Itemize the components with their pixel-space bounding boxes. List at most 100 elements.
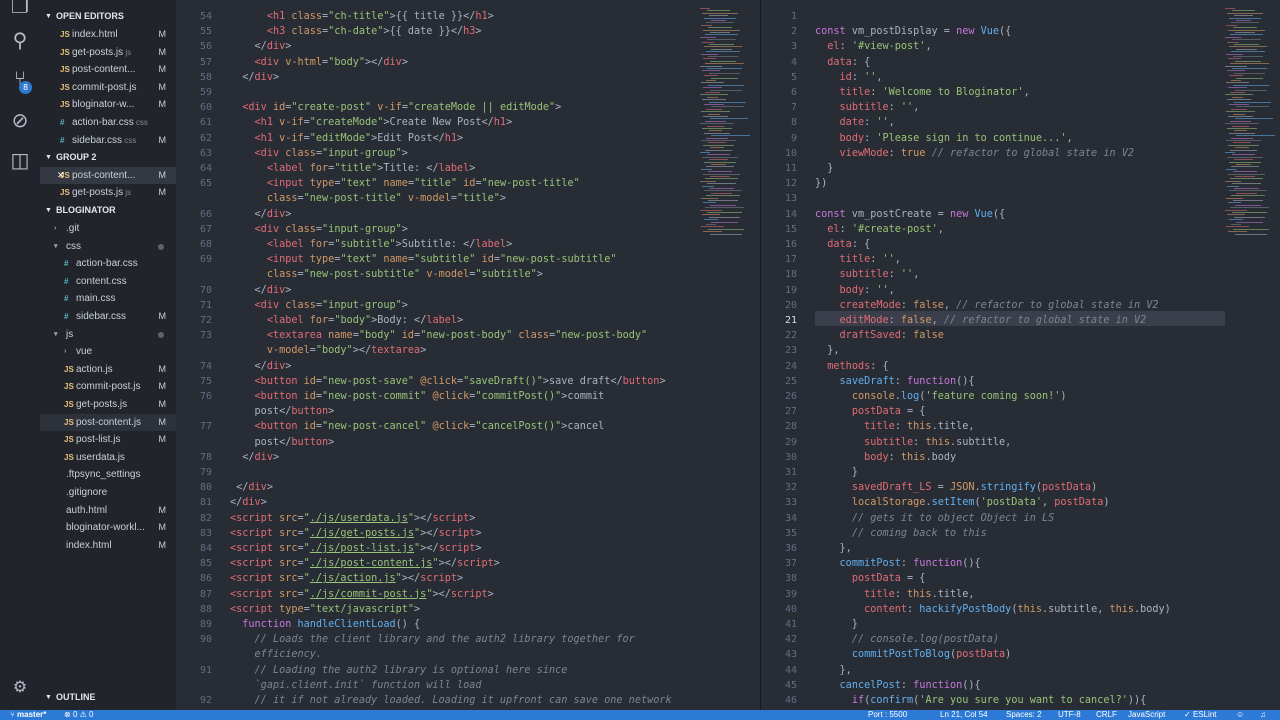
file-item[interactable]: # sidebar.css css M <box>40 132 176 149</box>
bell-icon[interactable]: ♫ <box>1260 710 1266 720</box>
code-line[interactable]: title: this.title, <box>815 419 974 434</box>
code-line[interactable]: </div> <box>230 480 273 495</box>
code-line[interactable]: body: '', <box>815 283 895 298</box>
file-item[interactable]: bloginator-workl... M <box>40 519 176 536</box>
group2-header[interactable]: ▼ GROUP 2 <box>40 149 176 166</box>
code-line[interactable]: <script src="./js/post-list.js"></script… <box>230 541 482 556</box>
file-item[interactable]: JS get-posts.js js M <box>40 184 176 201</box>
language-mode[interactable]: JavaScript <box>1128 710 1165 720</box>
problems-indicator[interactable]: ⊗ 0 ⚠ 0 <box>64 710 93 720</box>
close-icon[interactable]: ✕ <box>57 167 65 184</box>
code-line[interactable]: title: this.title, <box>815 587 974 602</box>
line-ending[interactable]: CRLF <box>1096 710 1117 720</box>
eslint-status[interactable]: ✓ ESLint <box>1184 710 1217 720</box>
code-line[interactable]: <h3 class="ch-date">{{ date }}</h3> <box>230 24 482 39</box>
cursor-position[interactable]: Ln 21, Col 54 <box>940 710 988 720</box>
code-line[interactable]: } <box>815 617 858 632</box>
code-line[interactable]: <button id="new-post-cancel" @click="can… <box>230 419 605 434</box>
code-line[interactable]: <label for="subtitle">Subtitle: </label> <box>230 237 512 252</box>
code-line[interactable]: efficiency. <box>230 647 322 662</box>
code-line[interactable]: }, <box>815 541 852 556</box>
code-line[interactable]: </div> <box>230 283 292 298</box>
code-line[interactable]: <button id="new-post-save" @click="saveD… <box>230 374 666 389</box>
search-icon[interactable]: ⚲ <box>8 28 32 52</box>
live-server-port[interactable]: Port : 5500 <box>868 710 907 720</box>
file-item[interactable]: .ftpsync_settings <box>40 466 176 483</box>
code-line[interactable]: // coming back to this <box>815 526 987 541</box>
branch-indicator[interactable]: ⑂ master* <box>10 710 46 720</box>
code-line[interactable]: } <box>815 465 858 480</box>
code-line[interactable]: <script src="./js/get-posts.js"></script… <box>230 526 482 541</box>
code-line[interactable]: body: this.body <box>815 450 956 465</box>
code-line[interactable]: el: '#create-post', <box>815 222 944 237</box>
file-item[interactable]: # action-bar.css <box>40 255 176 272</box>
file-item[interactable]: JS get-posts.js js M <box>40 44 176 61</box>
code-line[interactable]: title: '', <box>815 252 901 267</box>
file-item[interactable]: auth.html M <box>40 502 176 519</box>
file-item[interactable]: # main.css <box>40 290 176 307</box>
code-line[interactable]: <div class="input-group"> <box>230 146 408 161</box>
code-line[interactable]: <h1 v-if="createMode">Create New Post</h… <box>230 115 513 130</box>
outline-header[interactable]: ▼ OUTLINE <box>40 689 176 706</box>
code-line[interactable]: const vm_postDisplay = new Vue({ <box>815 24 1011 39</box>
code-line[interactable]: } <box>815 161 833 176</box>
file-item[interactable]: # action-bar.css css <box>40 114 176 131</box>
code-line[interactable]: <textarea name="body" id="new-post-body"… <box>230 328 647 343</box>
code-line[interactable]: // gets it to object Object in LS <box>815 511 1054 526</box>
code-line[interactable]: }) <box>815 176 827 191</box>
project-header[interactable]: ▼ BLOGINATOR <box>40 202 176 219</box>
code-line[interactable]: function handleClientLoad() { <box>230 617 420 632</box>
gear-icon[interactable]: ⚙ <box>8 675 32 699</box>
code-line[interactable]: <script src="./js/action.js"></script> <box>230 571 463 586</box>
code-line[interactable]: }, <box>815 343 839 358</box>
code-line[interactable]: <script src="./js/post-content.js"></scr… <box>230 556 500 571</box>
code-line[interactable]: cancelPost: function(){ <box>815 678 981 693</box>
code-line[interactable]: content: hackifyPostBody(this.subtitle, … <box>815 602 1171 617</box>
editor-group-1[interactable]: 54 <h1 class="ch-title">{{ title }}</h1>… <box>176 0 760 710</box>
code-line[interactable]: <h1 v-if="editMode">Edit Post</h1> <box>230 131 464 146</box>
code-line[interactable]: </div> <box>230 207 292 222</box>
code-line[interactable]: savedDraft_LS = JSON.stringify(postData) <box>815 480 1097 495</box>
file-item[interactable]: › .git <box>40 220 176 237</box>
code-line[interactable]: subtitle: this.subtitle, <box>815 435 1011 450</box>
file-item[interactable]: JS commit-post.js M <box>40 79 176 96</box>
code-line[interactable]: <script type="text/javascript"> <box>230 602 420 617</box>
open-editors-header[interactable]: ▼ OPEN EDITORS <box>40 8 176 25</box>
debug-icon[interactable]: ⊘ <box>8 108 32 132</box>
code-line[interactable]: <input type="text" name="subtitle" id="n… <box>230 252 617 267</box>
code-line[interactable]: saveDraft: function(){ <box>815 374 975 389</box>
code-line[interactable]: <button id="new-post-commit" @click="com… <box>230 389 605 404</box>
code-line[interactable]: </div> <box>230 450 279 465</box>
code-line[interactable]: </div> <box>230 70 279 85</box>
minimap-2[interactable] <box>1225 8 1275 238</box>
encoding[interactable]: UTF-8 <box>1058 710 1081 720</box>
file-item[interactable]: JS post-content... M <box>40 61 176 78</box>
code-line[interactable]: date: '', <box>815 115 895 130</box>
code-line[interactable]: localStorage.setItem('postData', postDat… <box>815 495 1110 510</box>
code-line[interactable]: class="new-post-subtitle" v-model="subti… <box>230 267 543 282</box>
code-line[interactable]: <script src="./js/userdata.js"></script> <box>230 511 475 526</box>
file-item[interactable]: JS post-content.js M <box>40 413 176 431</box>
code-line[interactable]: <input type="text" name="title" id="new-… <box>230 176 580 191</box>
code-line[interactable]: v-model="body"></textarea> <box>230 343 427 358</box>
code-line[interactable]: <h1 class="ch-title">{{ title }}</h1> <box>230 9 494 24</box>
file-item[interactable]: index.html M <box>40 537 176 554</box>
code-line[interactable]: id: '', <box>815 70 883 85</box>
code-line[interactable]: <div id="create-post" v-if="createMode |… <box>230 100 561 115</box>
file-item[interactable]: JS action.js M <box>40 361 176 378</box>
file-item[interactable]: JS post-list.js M <box>40 431 176 448</box>
code-line[interactable]: // it if not already loaded. Loading it … <box>230 693 672 708</box>
code-line[interactable]: </div> <box>230 39 292 54</box>
code-line[interactable]: </div> <box>230 495 267 510</box>
code-line[interactable]: class="new-post-title" v-model="title"> <box>230 191 506 206</box>
code-line[interactable]: console.log('feature coming soon!') <box>815 389 1067 404</box>
file-item[interactable]: .gitignore <box>40 484 176 501</box>
code-line[interactable]: <div class="input-group"> <box>230 222 408 237</box>
code-line[interactable]: data: { <box>815 55 870 70</box>
file-item[interactable]: # sidebar.css M <box>40 308 176 325</box>
code-line[interactable]: data: { <box>815 237 870 252</box>
code-line[interactable]: createMode: false, // refactor to global… <box>815 298 1159 313</box>
code-line[interactable]: post</button> <box>230 404 335 419</box>
code-line[interactable]: `gapi.client.init` function will load <box>230 678 482 693</box>
code-line[interactable]: // Loads the client library and the auth… <box>230 632 635 647</box>
